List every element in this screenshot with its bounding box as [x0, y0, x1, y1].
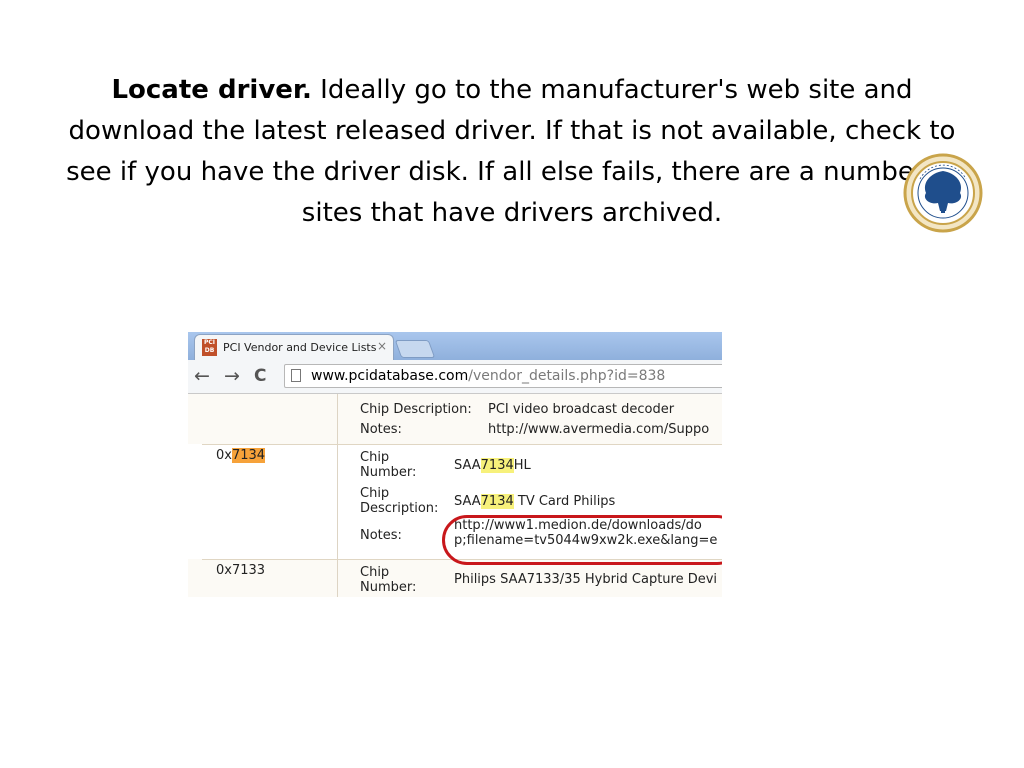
chip-number-value: SAA7134HL — [454, 458, 531, 473]
browser-tab[interactable]: PCI DB PCI Vendor and Device Lists × — [194, 334, 394, 360]
university-seal-logo — [903, 153, 983, 233]
vendor-device-table: Chip Description: PCI video broadcast de… — [188, 394, 722, 597]
device-id[interactable]: 0x7134 — [216, 448, 266, 463]
browser-screenshot: PCI DB PCI Vendor and Device Lists × ← →… — [188, 332, 722, 597]
tab-close-icon[interactable]: × — [377, 339, 387, 353]
chip-description-value: PCI video broadcast decoder — [488, 402, 675, 417]
browser-toolbar: ← → C www.pcidatabase.com/vendor_details… — [188, 360, 722, 394]
annotation-red-ellipse — [442, 515, 722, 565]
column-divider — [337, 394, 338, 597]
address-bar[interactable]: www.pcidatabase.com/vendor_details.php?i… — [284, 364, 722, 388]
chip-description-label: Chip Description: — [360, 486, 439, 516]
slide-heading: Locate driver. — [111, 75, 312, 105]
chip-description-label: Chip Description: — [360, 402, 472, 417]
url-text: www.pcidatabase.com/vendor_details.php?i… — [311, 368, 666, 384]
back-arrow-icon[interactable]: ← — [194, 365, 210, 387]
reload-icon[interactable]: C — [254, 365, 266, 387]
browser-tab-strip: PCI DB PCI Vendor and Device Lists × — [188, 332, 722, 360]
chip-number-value: Philips SAA7133/35 Hybrid Capture Devi — [454, 572, 718, 587]
chip-description-value: SAA7134 TV Card Philips — [454, 494, 616, 509]
page-icon — [291, 369, 301, 382]
notes-label: Notes: — [360, 422, 402, 437]
chip-number-label: Chip Number: — [360, 450, 417, 480]
row-divider — [202, 444, 722, 445]
notes-label: Notes: — [360, 528, 402, 543]
new-tab-button[interactable] — [394, 340, 436, 358]
device-id[interactable]: 0x7133 — [216, 563, 265, 578]
slide-body-text: Locate driver. Ideally go to the manufac… — [50, 70, 974, 234]
tab-title: PCI Vendor and Device Lists — [223, 341, 377, 354]
chip-number-label: Chip Number: — [360, 565, 417, 595]
notes-link[interactable]: http://www.avermedia.com/Suppo — [488, 422, 709, 437]
pcidb-favicon-icon: PCI DB — [202, 339, 217, 356]
forward-arrow-icon[interactable]: → — [224, 365, 240, 387]
